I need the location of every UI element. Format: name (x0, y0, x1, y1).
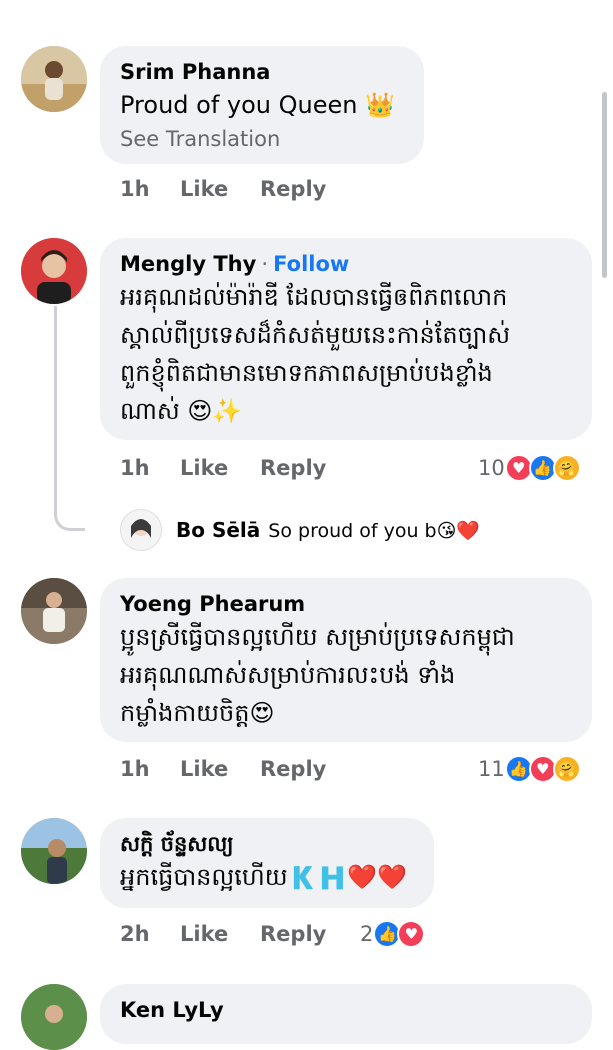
comment-text-line: ពួកខ្ញុំពិតជាមានមោទកភាពសម្រាប់បងខ្លាំង (120, 359, 493, 387)
comment-text-line: ប្អូនស្រីធ្វើបានល្អហើយ សម្រាប់ប្រទេសកម្ព… (120, 623, 515, 651)
scrollbar[interactable] (602, 92, 607, 278)
like-button[interactable]: Like (180, 456, 260, 480)
reaction-count: 10 (478, 456, 505, 480)
comment-actions: 2h Like Reply (120, 917, 326, 951)
reply-button[interactable]: Reply (260, 757, 326, 781)
comment-bubble: សក្តិ ច័ន្ទសល្យ អ្នកធ្វើបានល្អហើយ🇰🇭❤️❤️ (100, 818, 434, 908)
comment-text-line: អរគុណណាស់សម្រាប់ការលះបង់ ទាំង (120, 661, 456, 689)
comment-text-line: កម្លាំងកាយចិត្ត😍 (120, 699, 275, 727)
reply-author[interactable]: Bo Sēlā (176, 518, 260, 542)
reply-text: So proud of you b😘❤️ (268, 519, 481, 542)
comment-author[interactable]: Srim Phanna (120, 58, 404, 86)
reply-preview[interactable]: Bo Sēlā So proud of you b😘❤️ (120, 508, 480, 552)
care-reaction-icon: 🤗 (552, 755, 581, 783)
comment-text-line: ស្គាល់ពីប្រទេសដ៏កំសត់មួយនេះកាន់តែច្បាស់ (120, 321, 511, 349)
comment-author[interactable]: Yoeng Phearum (120, 590, 572, 618)
care-reaction-icon: 🤗 (552, 454, 581, 482)
love-reaction-icon: ♥ (397, 920, 426, 948)
follow-button[interactable]: Follow (273, 252, 349, 276)
like-button[interactable]: Like (180, 757, 260, 781)
comment-bubble: Ken LyLy (100, 984, 592, 1044)
comment-author[interactable]: Mengly Thy (120, 252, 256, 276)
comment-author[interactable]: សក្តិ ច័ន្ទសល្យ (120, 830, 414, 858)
comment-time[interactable]: 1h (120, 757, 180, 781)
avatar[interactable] (21, 578, 87, 644)
comment-bubble: Srim Phanna Proud of you Queen 👑 See Tra… (100, 46, 424, 164)
comment-text: Proud of you Queen 👑 (120, 91, 395, 119)
reaction-count: 11 (478, 757, 505, 781)
like-button[interactable]: Like (180, 922, 260, 946)
comment-actions: 1h Like Reply (120, 172, 326, 206)
comment-text: អ្នកធ្វើបានល្អហើយ🇰🇭❤️❤️ (120, 863, 408, 891)
comment-text-line: ណាស់ 😍✨ (120, 397, 243, 425)
comment-bubble: Mengly Thy · Follow អរគុណដល់ម៉ារ៉ាឌី ដែល… (100, 238, 592, 440)
comment-actions: 1h Like Reply (120, 451, 326, 485)
comment-time[interactable]: 1h (120, 177, 180, 201)
reply-button[interactable]: Reply (260, 177, 326, 201)
like-button[interactable]: Like (180, 177, 260, 201)
see-translation-link[interactable]: See Translation (120, 124, 404, 154)
avatar[interactable] (21, 238, 87, 304)
avatar[interactable] (21, 46, 87, 112)
avatar[interactable] (21, 818, 87, 884)
comment-time[interactable]: 1h (120, 456, 180, 480)
reaction-summary[interactable]: 11 👍 ♥ 🤗 (478, 752, 581, 786)
comment-author[interactable]: Ken LyLy (120, 996, 572, 1024)
reply-avatar (120, 509, 162, 551)
comment-actions: 1h Like Reply (120, 752, 326, 786)
reaction-summary[interactable]: 2 👍 ♥ (360, 917, 426, 951)
reply-button[interactable]: Reply (260, 922, 326, 946)
comment-time[interactable]: 2h (120, 922, 180, 946)
separator-dot: · (261, 252, 269, 276)
reply-thread-line (54, 306, 85, 531)
reaction-count: 2 (360, 922, 374, 946)
comment-bubble: Yoeng Phearum ប្អូនស្រីធ្វើបានល្អហើយ សម្… (100, 578, 592, 742)
reply-button[interactable]: Reply (260, 456, 326, 480)
comment-text-line: អរគុណដល់ម៉ារ៉ាឌី ដែលបានធ្វើឲពិភពលោក (120, 283, 508, 311)
reaction-summary[interactable]: 10 ♥ 👍 🤗 (478, 451, 581, 485)
avatar[interactable] (21, 984, 87, 1050)
